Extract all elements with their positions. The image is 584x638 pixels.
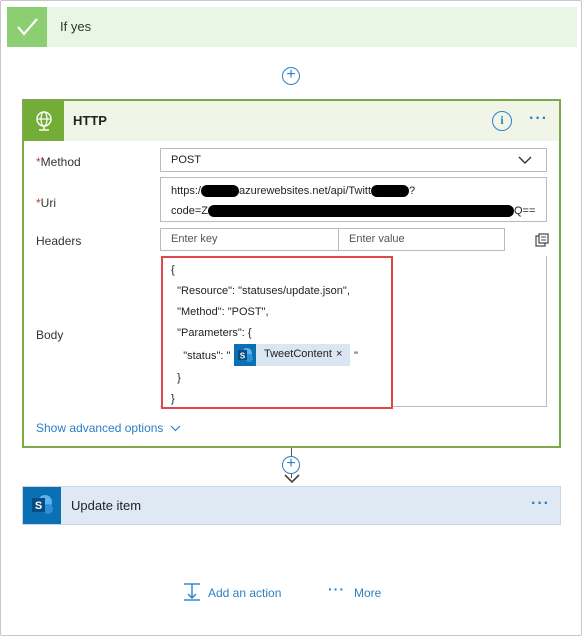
uri-line-1: https:/azurewebsites.net/api/Twitt? [171, 185, 416, 198]
dynamic-content-token[interactable]: S TweetContent × [234, 344, 350, 366]
info-icon[interactable]: i [492, 111, 512, 131]
redaction-mark [200, 185, 239, 198]
body-line: "status": " [171, 350, 231, 362]
more-options-icon[interactable]: ··· [531, 495, 550, 513]
uri-input[interactable]: https:/azurewebsites.net/api/Twitt? code… [160, 177, 547, 222]
sharepoint-icon: S [23, 487, 61, 524]
svg-text:S: S [240, 352, 246, 361]
insert-step-plus-icon[interactable]: + [282, 456, 300, 474]
body-input[interactable]: { "Resource": "statuses/update.json", "M… [161, 256, 393, 409]
body-line: "Method": "POST", [171, 306, 269, 318]
sharepoint-icon: S [234, 344, 256, 366]
http-action-card: HTTP i ··· *Method POST *Uri https:/azur… [22, 99, 561, 448]
insert-step-plus-icon[interactable]: + [282, 67, 300, 85]
headers-label: Headers [36, 234, 82, 248]
uri-line-2: code=Z Q== [171, 205, 536, 218]
token-label: TweetContent [264, 348, 332, 360]
method-select[interactable]: POST [160, 148, 547, 172]
body-line-tail: " [354, 350, 358, 362]
show-advanced-options-link[interactable]: Show advanced options [36, 421, 181, 435]
redaction-mark [371, 185, 410, 198]
arrow-down-icon [284, 474, 300, 484]
update-item-title: Update item [71, 498, 142, 513]
body-line: } [171, 393, 175, 405]
body-line: "Parameters": { [171, 327, 252, 339]
method-label: *Method [36, 155, 81, 169]
branch-title: If yes [60, 19, 92, 34]
switch-to-text-mode-icon[interactable] [535, 233, 549, 247]
header-value-input[interactable]: Enter value [338, 228, 505, 251]
chevron-down-icon [518, 156, 532, 164]
header-key-input[interactable]: Enter key [160, 228, 339, 251]
flow-canvas: If yes + HTTP i ··· *Method POST *Uri ht… [0, 0, 582, 636]
redaction-mark [208, 205, 514, 218]
remove-token-icon[interactable]: × [336, 348, 342, 360]
update-item-action-card[interactable]: S Update item ··· [22, 486, 561, 525]
uri-label: *Uri [36, 196, 56, 210]
body-line: { [171, 264, 175, 276]
if-yes-branch-header[interactable]: If yes [7, 7, 577, 47]
svg-text:S: S [35, 500, 42, 512]
method-value: POST [171, 154, 201, 166]
http-card-header[interactable]: HTTP i ··· [24, 101, 559, 141]
body-line: } [171, 372, 181, 384]
more-dots-icon: ··· [328, 581, 345, 597]
more-options-icon[interactable]: ··· [529, 110, 548, 128]
add-action-icon [184, 583, 200, 601]
body-line: "Resource": "statuses/update.json", [171, 285, 350, 297]
checkmark-icon [7, 7, 47, 47]
body-label: Body [36, 328, 64, 342]
globe-icon [24, 101, 64, 141]
chevron-down-icon [170, 425, 181, 432]
http-card-title: HTTP [73, 113, 107, 128]
